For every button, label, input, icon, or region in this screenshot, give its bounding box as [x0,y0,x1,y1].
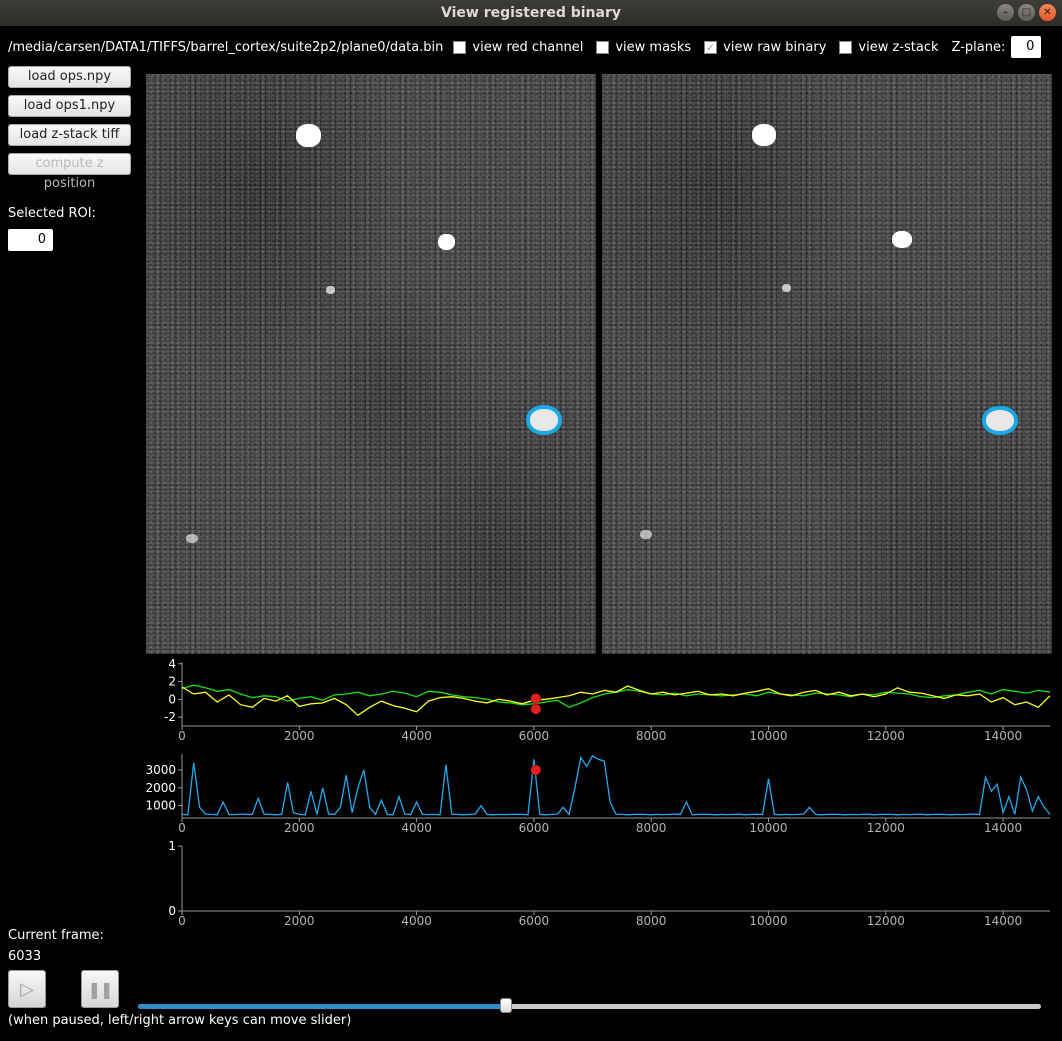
y-tick-label: 1000 [145,799,176,813]
slider-fill [138,1004,507,1009]
checkbox-view-z-stack[interactable]: view z-stack [839,39,939,55]
cell-blob [752,124,776,146]
cell-blob [296,124,321,147]
x-tick-label: 6000 [519,914,550,928]
x-tick-label: 0 [178,914,186,928]
x-tick-label: 0 [178,729,186,743]
frame-marker [530,764,542,776]
x-tick-label: 12000 [867,729,905,743]
frame-slider[interactable] [138,998,1041,1013]
x-tick-label: 4000 [401,729,432,743]
x-tick-label: 6000 [519,821,550,835]
slider-handle[interactable] [500,998,513,1013]
pause-button[interactable]: ❚❚ [81,970,119,1008]
x-tick-label: 10000 [749,914,787,928]
x-tick-label: 6000 [519,729,550,743]
x-tick-label: 2000 [284,914,315,928]
x-tick-label: 14000 [984,821,1022,835]
trace-series [181,685,1051,717]
roi-outline[interactable] [526,405,562,435]
y-tick-label: 2000 [145,781,176,795]
selected-roi-input[interactable]: 0 [8,229,53,251]
frame-marker [530,703,542,715]
checkbox-view-red-channel[interactable]: view red channel [453,40,583,55]
checkmark-icon[interactable]: ✓ [704,40,718,54]
load-ops1-button[interactable]: load ops1.npy [8,95,131,117]
x-tick-label: 10000 [749,821,787,835]
x-tick-label: 12000 [867,914,905,928]
cell-blob [640,530,652,539]
x-tick-label: 8000 [636,914,667,928]
x-tick-label: 14000 [984,729,1022,743]
load-ops-button[interactable]: load ops.npy [8,66,131,88]
checkbox-view-masks[interactable]: view masks [596,40,691,55]
x-tick-label: 4000 [401,821,432,835]
x-tick-label: 10000 [749,729,787,743]
cell-blob [782,284,791,292]
toolbar: /media/carsen/DATA1/TIFFS/barrel_cortex/… [0,34,1062,60]
roi-outline[interactable] [982,406,1018,435]
y-tick-label: 2 [168,675,176,689]
y-tick-label: 0 [168,692,176,706]
y-tick-label: 4 [168,657,176,671]
x-tick-label: 14000 [984,914,1022,928]
pause-icon: ❚❚ [87,979,114,999]
trace-series [181,754,1051,816]
checkbox-box[interactable] [596,40,610,54]
load-zstack-button[interactable]: load z-stack tiff [8,124,131,146]
play-button[interactable]: ▷ [8,970,46,1008]
file-path: /media/carsen/DATA1/TIFFS/barrel_cortex/… [8,39,444,55]
x-tick-label: 0 [178,821,186,835]
checkbox-label: view z-stack [858,39,939,55]
current-frame-value: 6033 [8,949,42,964]
registered-image-right[interactable] [602,74,1052,654]
cell-blob [186,534,198,543]
title-bar: View registered binary – □ ✕ [0,0,1062,26]
cell-blob [438,234,455,250]
x-tick-label: 4000 [401,914,432,928]
y-tick-label: -2 [164,710,176,724]
registered-image-left[interactable] [146,74,596,654]
checkbox-label: view masks [615,39,692,55]
checkbox-box[interactable] [453,40,467,54]
cell-blob [326,286,335,294]
y-tick-label: 0 [168,904,176,918]
zplane-input[interactable]: 0 [1011,36,1042,58]
x-tick-label: 2000 [284,729,315,743]
selected-roi-label: Selected ROI: [8,206,96,221]
compute-z-position-button[interactable]: compute z position [8,153,131,191]
frame-marker [530,693,542,704]
cell-blob [892,231,912,248]
window-title: View registered binary [441,5,621,21]
y-tick-label: 3000 [145,763,176,777]
zplane-label: Z-plane: [951,39,1006,55]
current-frame-label: Current frame: [8,928,104,943]
y-tick-label: 1 [168,839,176,853]
checkbox-box[interactable] [839,40,853,54]
minimize-icon[interactable]: – [997,4,1014,21]
close-icon[interactable]: ✕ [1039,4,1056,21]
window-controls: – □ ✕ [997,4,1056,21]
checkbox-view-raw-binary[interactable]: ✓ view raw binary [704,40,826,55]
maximize-icon[interactable]: □ [1018,4,1035,21]
play-icon: ▷ [20,978,34,1000]
checkbox-label: view red channel [472,39,584,55]
slider-hint: (when paused, left/right arrow keys can … [8,1013,352,1028]
x-tick-label: 8000 [636,821,667,835]
x-tick-label: 2000 [284,821,315,835]
trace-series [181,684,1051,709]
x-tick-label: 8000 [636,729,667,743]
x-tick-label: 12000 [867,821,905,835]
checkbox-label: view raw binary [723,39,827,55]
